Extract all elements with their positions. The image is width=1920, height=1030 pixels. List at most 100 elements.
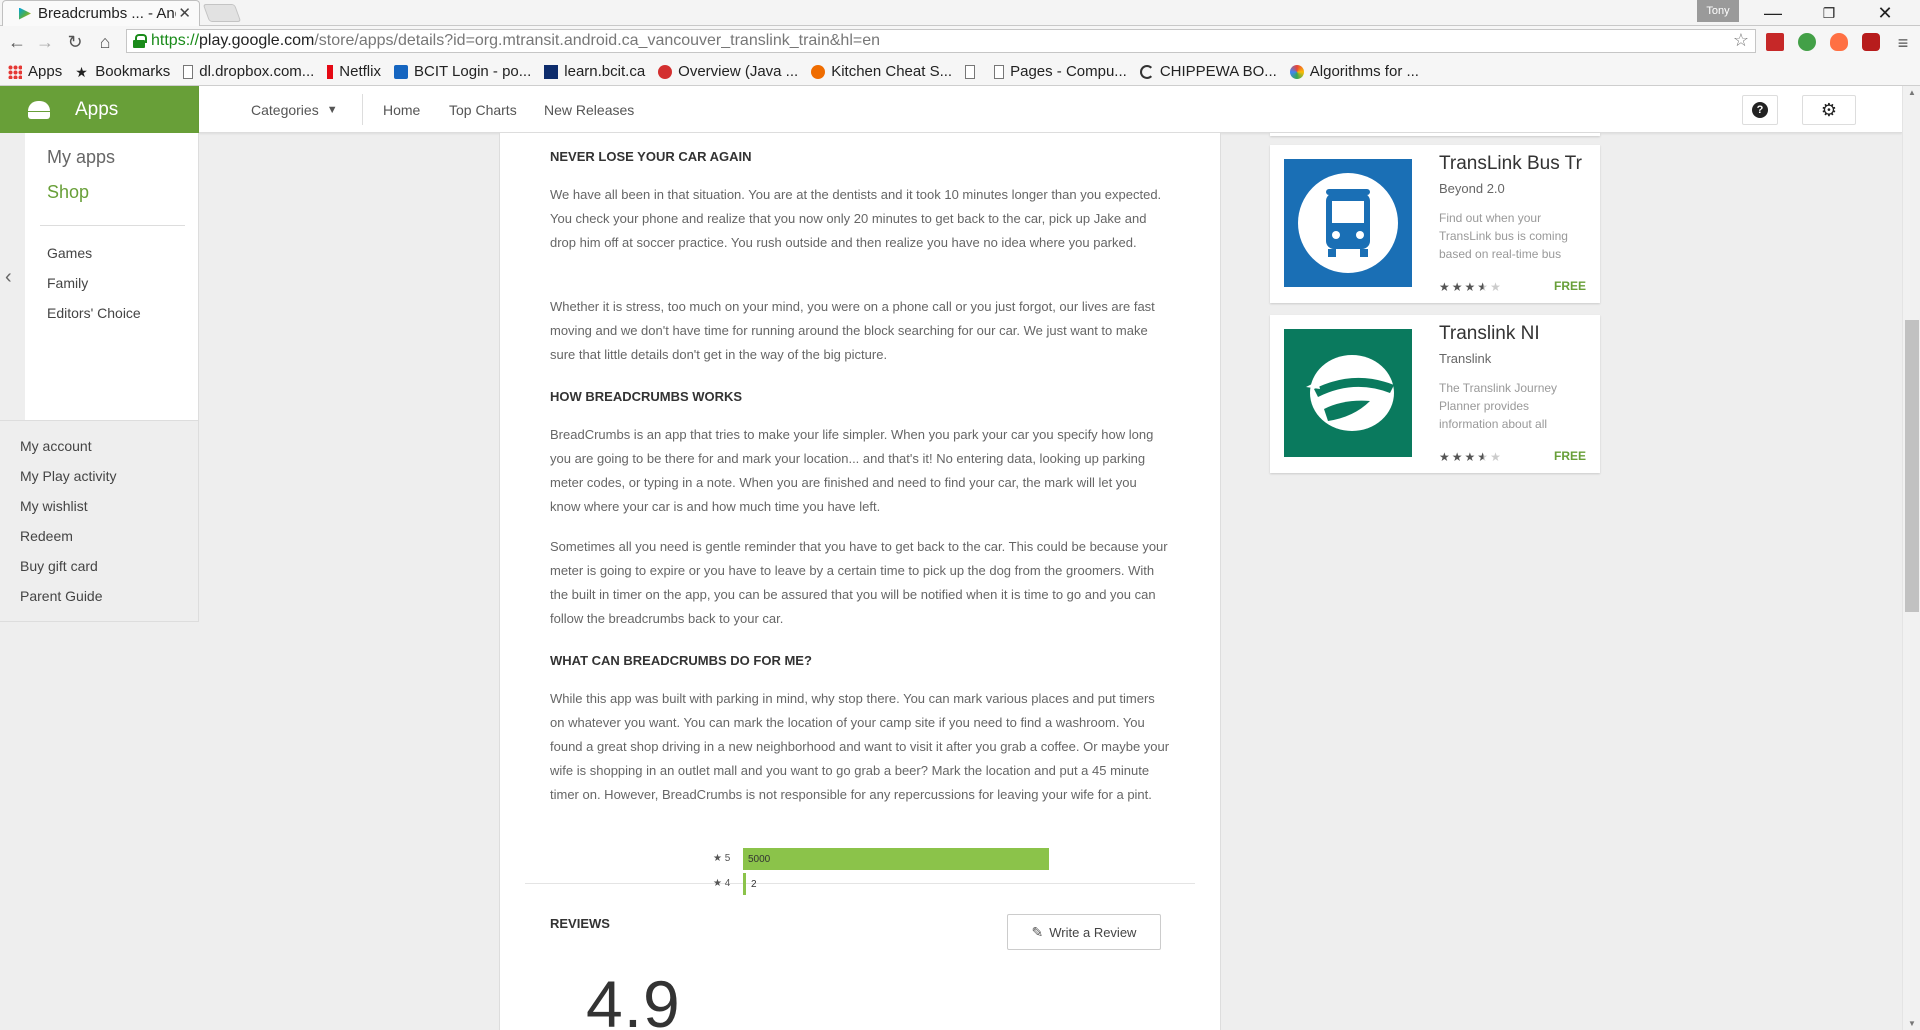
- home-icon[interactable]: ⌂: [92, 29, 118, 55]
- bookmark-label: Overview (Java ...: [678, 63, 799, 80]
- star-icon: ★: [1464, 450, 1478, 464]
- histogram-count: 5000: [748, 853, 771, 865]
- app-title[interactable]: Translink NI: [1439, 323, 1589, 345]
- similar-app-card[interactable]: TransLink Bus Tr Beyond 2.0 Find out when …: [1270, 145, 1600, 303]
- address-bar[interactable]: https://play.google.com/store/apps/detai…: [126, 29, 1756, 53]
- average-rating: 4.9: [586, 967, 681, 1030]
- pencil-icon: ✎: [1031, 923, 1044, 940]
- bookmark-item[interactable]: Overview (Java ...: [658, 63, 798, 80]
- forward-icon[interactable]: →: [32, 29, 58, 55]
- star-icon: ★: [1451, 450, 1465, 464]
- app-developer: Beyond 2.0: [1439, 181, 1505, 196]
- lock-icon: [133, 34, 147, 48]
- back-icon[interactable]: ←: [4, 29, 30, 55]
- restore-button[interactable]: ❐: [1801, 0, 1857, 26]
- extension-shield-icon[interactable]: [1862, 33, 1880, 51]
- bookmark-item[interactable]: CHIPPEWA BO...: [1139, 63, 1277, 80]
- description-paragraph: We have all been in that situation. You …: [550, 187, 1162, 250]
- write-review-label: Write a Review: [1049, 924, 1137, 940]
- price-label: FREE: [1553, 449, 1586, 463]
- browser-toolbar: ← → ↻ ⌂ https://play.google.com/store/ap…: [0, 26, 1920, 58]
- bookmark-item[interactable]: Netflix: [327, 63, 381, 80]
- bookmark-label: CHIPPEWA BO...: [1159, 63, 1277, 80]
- sidebar-item-family[interactable]: Family: [47, 275, 88, 291]
- sidebar-item-my-account[interactable]: My account: [20, 438, 92, 454]
- bus-icon[interactable]: [1284, 159, 1412, 287]
- empty-star-icon: ★: [1490, 450, 1503, 464]
- extension-red-icon[interactable]: [1766, 33, 1784, 51]
- star-icon: ★: [1439, 450, 1452, 464]
- java-icon: [658, 64, 673, 79]
- bookmark-item[interactable]: learn.bcit.ca: [544, 63, 645, 80]
- sidebar-item-shop[interactable]: Shop: [47, 182, 89, 203]
- bookmarks-bar: Apps ★ Bookmarks dl.dropbox.com... Netflix BC…: [0, 58, 1920, 86]
- section-heading: HOW BREADCRUMBS WORKS: [550, 389, 743, 404]
- histogram-bar: 2: [743, 873, 757, 895]
- bookmark-item[interactable]: Pages - Compu...: [994, 63, 1127, 80]
- sidebar-item-editors-choice[interactable]: Editors' Choice: [47, 305, 141, 321]
- description-paragraph: While this app was built with parking in…: [550, 691, 1170, 802]
- nav-new-releases[interactable]: New Releases: [544, 86, 634, 133]
- categories-label: Categories: [251, 101, 319, 118]
- sidebar-item-buy-gift-card[interactable]: Buy gift card: [20, 558, 98, 574]
- star-rating: ★★★★★: [1439, 450, 1503, 464]
- bookmark-item[interactable]: Algorithms for ...: [1289, 63, 1419, 80]
- write-review-button[interactable]: ✎ Write a Review: [1007, 914, 1161, 950]
- url-scheme: https://: [151, 32, 200, 49]
- window-close-button[interactable]: ✕: [1857, 0, 1913, 26]
- histogram-label: ★ 4: [713, 878, 731, 889]
- bookmark-label: Kitchen Cheat S...: [831, 63, 953, 80]
- nav-top-charts[interactable]: Top Charts: [449, 86, 517, 133]
- sidebar-item-parent-guide[interactable]: Parent Guide: [20, 588, 103, 604]
- sidebar-item-games[interactable]: Games: [47, 245, 92, 261]
- bookmark-item[interactable]: [965, 64, 981, 79]
- collapse-nav-icon[interactable]: ‹: [5, 266, 12, 289]
- scroll-thumb[interactable]: [1905, 320, 1919, 612]
- bookmark-item[interactable]: dl.dropbox.com...: [183, 63, 314, 80]
- star-icon: ★: [1451, 280, 1465, 294]
- bcit-icon: [393, 64, 408, 79]
- new-tab-button[interactable]: [202, 4, 242, 22]
- nav-home[interactable]: Home: [383, 86, 420, 133]
- tab-close-icon[interactable]: ✕: [178, 4, 191, 22]
- section-heading: WHAT CAN BREADCRUMBS DO FOR ME?: [550, 653, 812, 668]
- bookmark-label: Pages - Compu...: [1010, 63, 1127, 80]
- app-title[interactable]: TransLink Bus Tr: [1439, 153, 1589, 175]
- bookmark-label: dl.dropbox.com...: [199, 63, 315, 80]
- extension-green-icon[interactable]: [1798, 33, 1816, 51]
- help-button[interactable]: ?: [1742, 95, 1778, 125]
- sidebar-item-my-play-activity[interactable]: My Play activity: [20, 468, 116, 484]
- browser-tab[interactable]: Breadcrumbs ... - And ✕: [2, 0, 200, 26]
- android-icon: [28, 100, 50, 119]
- reload-icon[interactable]: ↻: [62, 29, 88, 55]
- profile-button[interactable]: Tony: [1697, 0, 1739, 22]
- bookmark-item[interactable]: Apps: [8, 63, 62, 80]
- sidebar-item-redeem[interactable]: Redeem: [20, 528, 73, 544]
- half-star-icon: ★: [1477, 280, 1491, 294]
- page-scrollbar[interactable]: ▲ ▼: [1902, 86, 1920, 1030]
- similar-app-card[interactable]: Translink NI Translink The Translink Journ…: [1270, 315, 1600, 473]
- chevron-down-icon: ▼: [326, 103, 338, 116]
- bookmark-item[interactable]: Kitchen Cheat S...: [811, 63, 952, 80]
- sidebar-item-my-apps[interactable]: My apps: [47, 147, 115, 168]
- header-divider: [362, 94, 363, 125]
- extension-fire-icon[interactable]: [1830, 33, 1848, 51]
- scroll-up-icon[interactable]: ▲: [1908, 88, 1916, 97]
- settings-button[interactable]: ⚙: [1802, 95, 1856, 125]
- tab-title: Breadcrumbs ... - And: [38, 5, 176, 22]
- translink-ni-icon[interactable]: [1284, 329, 1412, 457]
- bookmark-label: BCIT Login - po...: [413, 63, 532, 80]
- categories-dropdown[interactable]: Categories ▼: [251, 86, 338, 133]
- sidebar-item-my-wishlist[interactable]: My wishlist: [20, 498, 88, 514]
- description-paragraph: Sometimes all you need is gentle reminde…: [550, 539, 1168, 626]
- bookmark-item[interactable]: ★ Bookmarks: [75, 63, 170, 80]
- histogram-label: ★ 5: [713, 853, 731, 864]
- star-rating: ★★★★★: [1439, 280, 1503, 294]
- chrome-menu-icon[interactable]: ≡: [1890, 30, 1916, 56]
- bookmark-item[interactable]: BCIT Login - po...: [393, 63, 532, 80]
- apps-brand[interactable]: Apps: [0, 86, 199, 133]
- scroll-down-icon[interactable]: ▼: [1908, 1019, 1916, 1028]
- bookmark-label: Bookmarks: [95, 63, 171, 80]
- minimize-button[interactable]: —: [1745, 0, 1801, 26]
- bookmark-star-icon[interactable]: ☆: [1733, 30, 1749, 51]
